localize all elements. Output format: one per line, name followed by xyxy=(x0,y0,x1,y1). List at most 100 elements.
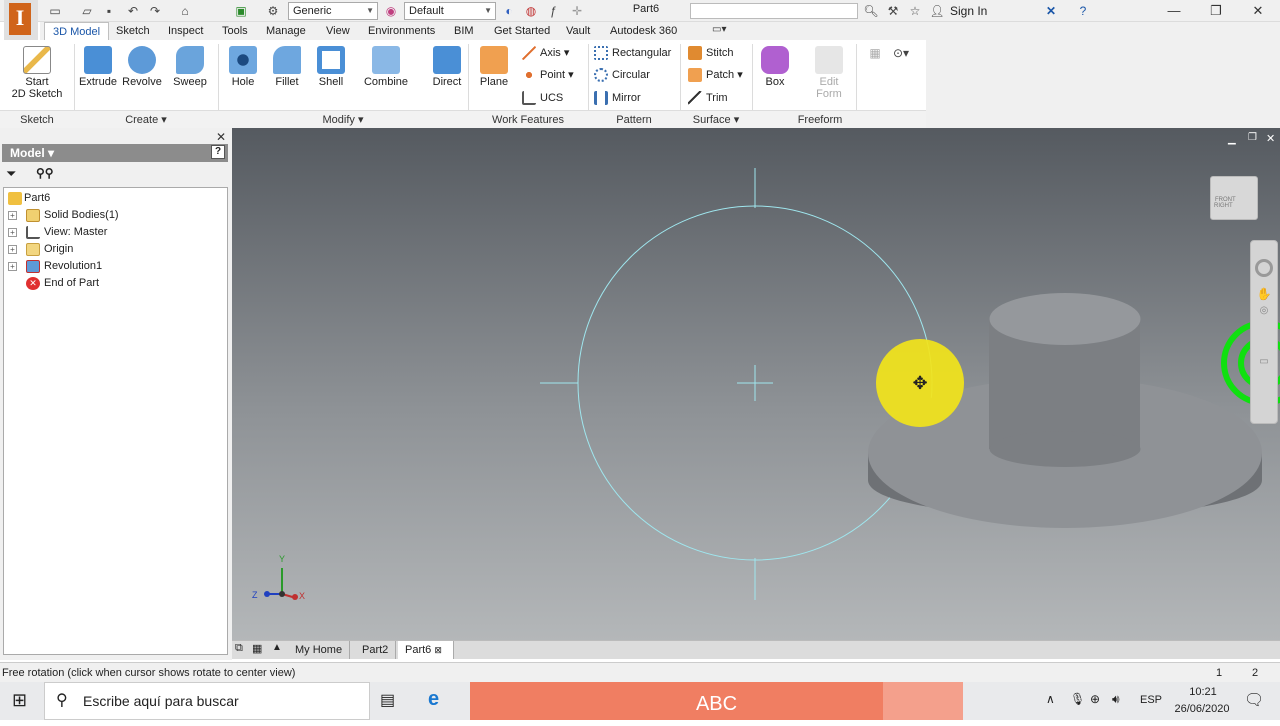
tools-icon[interactable]: ⚒ xyxy=(884,2,902,20)
look-at-icon[interactable]: ▭ xyxy=(1251,356,1277,367)
viewport-close-icon[interactable]: ✕ xyxy=(1266,132,1275,145)
doc-tab-part2[interactable]: Part2 xyxy=(355,641,397,659)
extrude-button[interactable]: Extrude xyxy=(76,44,120,88)
clock-time[interactable]: 10:21 xyxy=(1172,686,1234,698)
task-view-icon[interactable]: ▤ xyxy=(380,690,395,710)
notifications-icon[interactable]: 🗨︎ xyxy=(1244,690,1264,710)
clock-date[interactable]: 26/06/2020 xyxy=(1170,703,1234,715)
update-icon[interactable]: ▣ xyxy=(232,2,250,20)
group-modify[interactable]: Modify ▾ xyxy=(218,110,468,128)
direct-button[interactable]: Direct xyxy=(426,44,468,88)
group-surface[interactable]: Surface ▾ xyxy=(680,110,752,128)
tab-view[interactable]: View xyxy=(318,22,358,40)
home-icon[interactable]: ⌂ xyxy=(176,2,194,20)
tab-close-icon[interactable]: ⊠ xyxy=(434,645,442,655)
search-icon[interactable]: 🔍︎ xyxy=(862,2,880,20)
zoom-icon[interactable]: ◎ xyxy=(1251,305,1277,316)
graphics-viewport[interactable]: ✥ Y X Z ▁ ❐ ✕ FRONT RIGHT ✋ ◎ ▭ xyxy=(232,128,1280,640)
close-button[interactable]: ✕ xyxy=(1236,0,1280,22)
language-indicator[interactable]: ESP xyxy=(1140,694,1162,706)
viewcube[interactable]: FRONT RIGHT xyxy=(1210,176,1258,220)
doc-tab-part6[interactable]: Part6 ⊠ xyxy=(398,641,454,659)
expand-icon[interactable]: + xyxy=(8,245,17,254)
point-button[interactable]: Point ▾ xyxy=(522,65,574,85)
network-icon[interactable]: ⊕ xyxy=(1090,692,1100,706)
browser-help-icon[interactable]: ? xyxy=(211,145,225,159)
start-2d-sketch-button[interactable]: Start 2D Sketch xyxy=(8,44,66,100)
pan-icon[interactable]: ✋ xyxy=(1251,287,1277,301)
windows-start-icon[interactable]: ⊞ xyxy=(12,690,27,711)
tree-node-solid-bodies[interactable]: + Solid Bodies(1) xyxy=(4,207,227,224)
tab-get-started[interactable]: Get Started xyxy=(486,22,558,40)
exchange-icon[interactable]: ✕ xyxy=(1042,2,1060,20)
tab-3d-model[interactable]: 3D Model xyxy=(44,22,110,40)
panel-close-icon[interactable]: ✕ xyxy=(216,130,226,144)
app-menu-button[interactable]: I xyxy=(4,0,38,40)
star-icon[interactable]: ☆ xyxy=(906,2,924,20)
mirror-button[interactable]: Mirror xyxy=(594,88,641,108)
parameters-icon[interactable]: ƒ xyxy=(544,2,562,20)
combine-button[interactable]: Combine xyxy=(358,44,414,88)
expand-icon[interactable]: + xyxy=(8,228,17,237)
box-button[interactable]: Box xyxy=(756,44,794,88)
tree-node-end-of-part[interactable]: ✕ End of Part xyxy=(4,275,227,292)
plane-button[interactable]: Plane xyxy=(474,44,514,88)
tab-bim[interactable]: BIM xyxy=(446,22,482,40)
new-icon[interactable]: ▭ xyxy=(46,2,64,20)
minimize-button[interactable]: — xyxy=(1152,0,1196,22)
tile-windows-icon[interactable]: ⧉ xyxy=(235,642,243,655)
tab-vault[interactable]: Vault xyxy=(558,22,598,40)
adjust-icon[interactable]: ◐ xyxy=(500,2,518,20)
tabs-overflow-icon[interactable]: ▭▾ xyxy=(712,24,726,35)
taskbar-search-input[interactable]: Escribe aquí para buscar xyxy=(44,682,370,720)
tree-node-part6[interactable]: Part6 xyxy=(4,190,227,207)
axis-button[interactable]: Axis ▾ xyxy=(522,43,569,63)
material-select[interactable]: Generic ▼ xyxy=(288,2,378,20)
panel-icon[interactable]: ▦ xyxy=(866,44,884,62)
tab-manage[interactable]: Manage xyxy=(258,22,314,40)
maximize-button[interactable]: ❐ xyxy=(1194,0,1238,22)
open-icon[interactable]: ▱ xyxy=(78,2,96,20)
circular-pattern-button[interactable]: Circular xyxy=(594,65,650,85)
find-binoculars-icon[interactable]: ⚲⚲ xyxy=(36,166,54,180)
tab-autodesk-360[interactable]: Autodesk 360 xyxy=(602,22,685,40)
tab-tools[interactable]: Tools xyxy=(214,22,256,40)
help-icon[interactable]: ? xyxy=(1074,2,1092,20)
filter-icon[interactable]: ⏷ xyxy=(6,166,16,182)
browser-header[interactable]: Model ▾ xyxy=(2,144,228,162)
rectangular-pattern-button[interactable]: Rectangular xyxy=(594,43,671,63)
clear-icon[interactable]: ◍ xyxy=(522,2,540,20)
sweep-button[interactable]: Sweep xyxy=(168,44,212,88)
appearance-select[interactable]: Default ▼ xyxy=(404,2,496,20)
save-icon[interactable]: ▪ xyxy=(100,2,118,20)
measure-icon[interactable]: ✛ xyxy=(568,2,586,20)
redo-icon[interactable]: ↷ xyxy=(146,2,164,20)
revolve-button[interactable]: Revolve xyxy=(120,44,164,88)
expand-icon[interactable]: + xyxy=(8,262,17,271)
properties-icon[interactable]: ⚙ xyxy=(264,2,282,20)
documents-menu-icon[interactable]: ▲ xyxy=(272,642,282,653)
steering-wheel-icon[interactable] xyxy=(1255,259,1273,277)
help-search-input[interactable] xyxy=(690,3,858,19)
ucs-button[interactable]: UCS xyxy=(522,88,563,108)
tree-node-origin[interactable]: + Origin xyxy=(4,241,227,258)
stitch-button[interactable]: Stitch xyxy=(688,43,734,63)
edge-browser-icon[interactable]: e xyxy=(428,688,439,711)
patch-button[interactable]: Patch ▾ xyxy=(688,65,743,85)
tab-sketch[interactable]: Sketch xyxy=(108,22,158,40)
doc-tab-my-home[interactable]: My Home xyxy=(288,641,351,659)
trim-button[interactable]: Trim xyxy=(688,88,728,108)
fillet-button[interactable]: Fillet xyxy=(266,44,308,88)
hole-button[interactable]: Hole xyxy=(222,44,264,88)
undo-icon[interactable]: ↶ xyxy=(124,2,142,20)
tray-chevron-icon[interactable]: ∧ xyxy=(1046,692,1055,706)
group-create[interactable]: Create ▾ xyxy=(74,110,218,128)
shell-button[interactable]: Shell xyxy=(310,44,352,88)
sketch-circle[interactable] xyxy=(540,168,933,600)
expand-icon[interactable]: + xyxy=(8,211,17,220)
tree-node-view-master[interactable]: + View: Master xyxy=(4,224,227,241)
arrange-icon[interactable]: ▦ xyxy=(252,642,262,655)
sign-in-link[interactable]: Sign In xyxy=(950,4,987,18)
tab-inspect[interactable]: Inspect xyxy=(160,22,211,40)
ribbon-options-icon[interactable]: ⊙▾ xyxy=(892,44,910,62)
